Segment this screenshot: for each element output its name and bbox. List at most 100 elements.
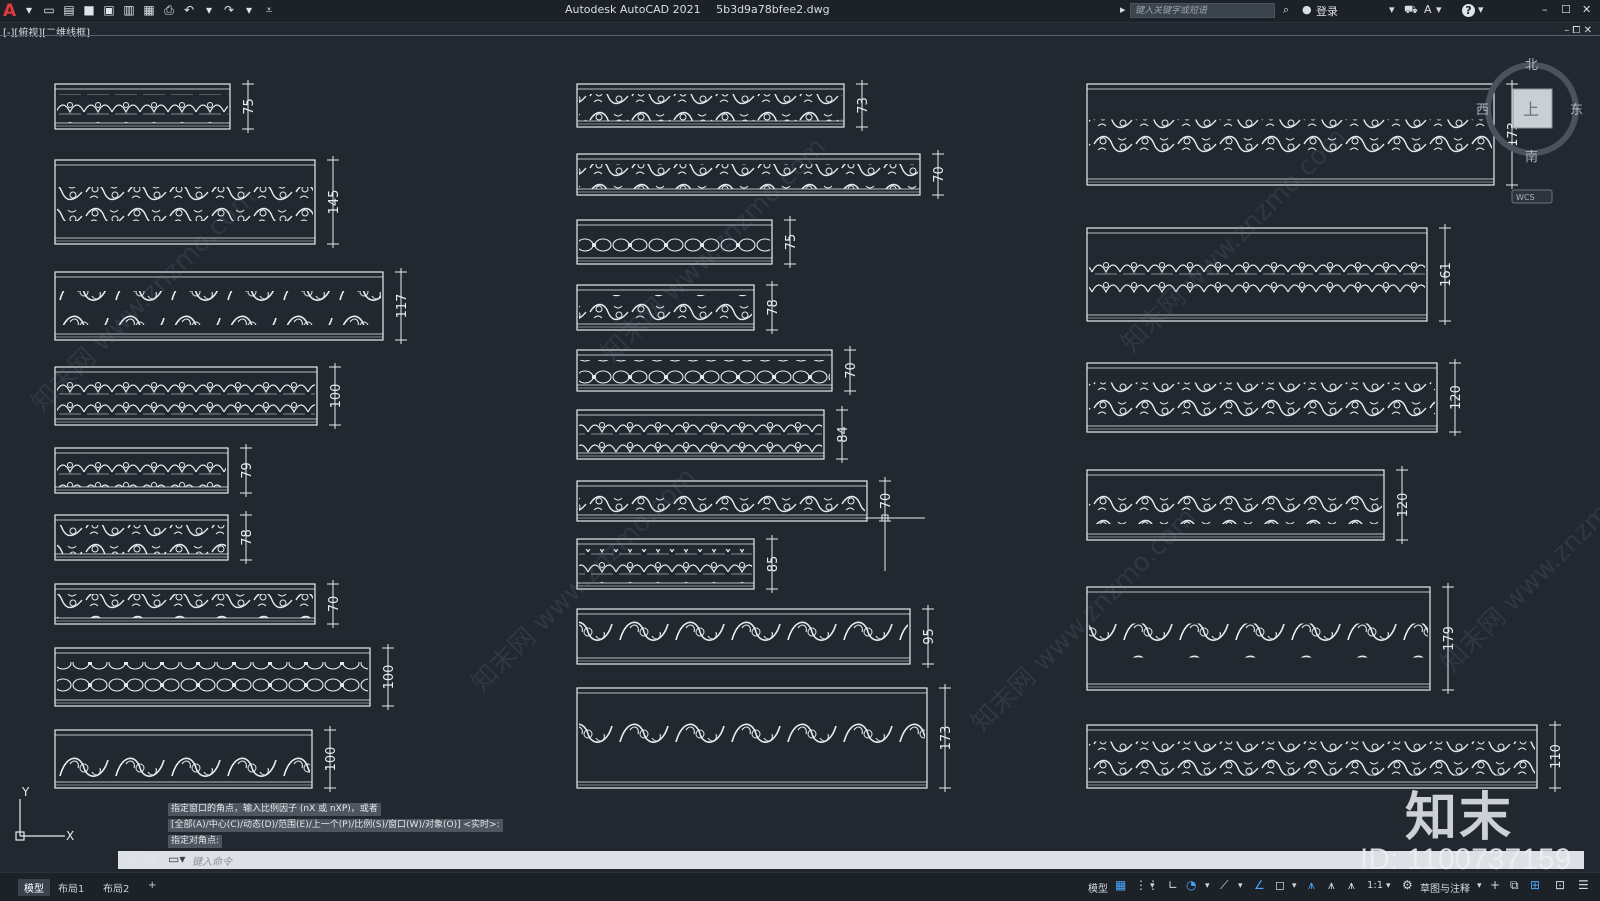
workspace-gear-icon[interactable]: ⚙ [1402, 878, 1413, 892]
quick-properties-icon[interactable]: ⊞ [1530, 878, 1540, 892]
scale-dropdown-icon[interactable]: ▾ [1386, 881, 1391, 891]
window-title: Autodesk AutoCAD 2021 5b3d9a78bfee2.dwg [565, 3, 842, 16]
save-as-icon[interactable]: ▣ [102, 3, 116, 17]
dimension-label: 161 [1439, 262, 1454, 287]
search-expand-icon[interactable]: ▸ [1120, 3, 1126, 16]
object-snap-dropdown-icon[interactable]: ▾ [1292, 881, 1297, 891]
viewcube[interactable] [1485, 62, 1579, 204]
moulding-profile[interactable] [576, 605, 934, 668]
command-input[interactable]: 键入命令 [192, 853, 232, 868]
autodesk-a360-icon[interactable]: A [1424, 3, 1432, 16]
moulding-profile[interactable] [1086, 359, 1461, 436]
polar-dropdown-icon[interactable]: ▾ [1205, 881, 1210, 891]
annotation-scale-value[interactable]: 1:1 [1367, 880, 1383, 891]
moulding-profile[interactable] [576, 684, 951, 792]
moulding-profile[interactable] [576, 216, 796, 268]
moulding-profile[interactable] [576, 346, 856, 395]
viewcube-top-face[interactable]: 上 [1523, 100, 1539, 119]
moulding-profile[interactable] [54, 156, 339, 248]
object-snap-tracking-icon[interactable]: ∠ [1254, 878, 1265, 892]
annotation-scale-icon[interactable]: ⩚ [1348, 878, 1355, 893]
search-input[interactable]: 键入关键字或短语 [1130, 3, 1275, 18]
moulding-profile[interactable] [576, 281, 778, 334]
undo-icon[interactable]: ↶ [182, 3, 196, 17]
moulding-profile[interactable] [54, 268, 407, 344]
cart-icon[interactable]: ⛟ [1404, 3, 1418, 18]
watermark-id: ID: 1100737159 [1360, 843, 1572, 876]
print-icon[interactable]: ⎙ [162, 3, 176, 17]
moulding-profile[interactable] [54, 80, 254, 133]
moulding-profile[interactable] [576, 150, 944, 199]
tab-model[interactable]: 模型 [18, 879, 50, 896]
viewcube-south[interactable]: 南 [1525, 149, 1538, 165]
moulding-profile[interactable] [1086, 466, 1408, 544]
login-link[interactable]: 登录 [1316, 3, 1338, 19]
minimize-icon[interactable]: – [1542, 3, 1548, 16]
moulding-profile[interactable] [576, 477, 891, 525]
customize-command-icon[interactable]: ⚒ [146, 852, 157, 866]
moulding-profile[interactable] [1086, 224, 1451, 325]
snap-icon[interactable]: ⋮⋮ [1135, 878, 1159, 892]
viewcube-west[interactable]: 西 [1476, 103, 1489, 118]
isodraft-icon[interactable]: ⟋ [1220, 878, 1228, 893]
plot-preview-icon[interactable]: ▦ [142, 3, 156, 17]
a360-dropdown-icon[interactable]: ▾ [1436, 3, 1442, 16]
ortho-icon[interactable]: ∟ [1168, 878, 1178, 892]
moulding-profile[interactable] [576, 535, 778, 593]
wcs-menu[interactable]: WCS [1516, 193, 1535, 202]
undo-dropdown-icon[interactable]: ▾ [202, 3, 216, 17]
redo-icon[interactable]: ↷ [222, 3, 236, 17]
customization-menu-icon[interactable]: ☰ [1578, 878, 1589, 892]
menu-dropdown-icon[interactable]: ▾ [22, 3, 36, 17]
workspace-switch[interactable]: 草图与注释 [1420, 880, 1470, 895]
moulding-profile[interactable] [54, 444, 252, 497]
drawing-canvas[interactable]: 75 145 117 100 79 78 70 100 100 73 70 75 78 70 84 70 85… [0, 36, 1600, 851]
redo-dropdown-icon[interactable]: ▾ [242, 3, 256, 17]
moulding-profile[interactable] [54, 580, 339, 628]
autocad-logo-icon[interactable]: A [3, 1, 16, 21]
login-dropdown-icon[interactable]: ▾ [1389, 3, 1395, 16]
moulding-profile[interactable] [1086, 80, 1518, 189]
viewcube-east[interactable]: 东 [1570, 103, 1583, 118]
user-icon[interactable]: ● [1302, 3, 1312, 16]
isodraft-dropdown-icon[interactable]: ▾ [1238, 881, 1243, 891]
dimension-label: 173 [939, 726, 954, 751]
auto-scale-icon[interactable]: ⩚ [1328, 878, 1335, 893]
new-file-icon[interactable]: ▭ [42, 3, 56, 17]
moulding-profile[interactable] [54, 644, 394, 710]
moulding-profile[interactable] [576, 406, 848, 463]
add-layout-button[interactable]: + [142, 879, 162, 892]
viewcube-north[interactable]: 北 [1525, 58, 1538, 73]
close-command-icon[interactable]: ✕ [128, 852, 138, 866]
polar-icon[interactable]: ◔ [1186, 878, 1196, 892]
publish-icon[interactable]: ▥ [122, 3, 136, 17]
grid-icon[interactable]: ▦ [1115, 878, 1126, 892]
command-grip-icon[interactable]: ⁞ [120, 852, 124, 866]
moulding-profile[interactable] [54, 511, 252, 564]
recent-commands-icon[interactable]: ▭▾ [168, 852, 185, 866]
open-folder-icon[interactable]: ▤ [62, 3, 76, 17]
close-icon[interactable]: ✕ [1582, 3, 1591, 16]
help-icon[interactable]: ? [1462, 4, 1475, 17]
moulding-profile[interactable] [54, 363, 341, 429]
model-space-toggle[interactable]: 模型 [1088, 880, 1108, 895]
maximize-icon[interactable]: ☐ [1561, 3, 1571, 16]
tab-layout2[interactable]: 布局2 [97, 879, 135, 896]
tab-layout1[interactable]: 布局1 [52, 879, 90, 896]
units-icon[interactable]: ⧉ [1510, 878, 1519, 893]
help-dropdown-icon[interactable]: ▾ [1478, 3, 1484, 16]
dimension-label: 75 [784, 234, 799, 251]
search-icon[interactable]: ⌕ [1283, 3, 1289, 17]
clean-screen-icon[interactable]: ⊡ [1555, 878, 1565, 892]
workspace-dropdown-icon[interactable]: ▾ [1477, 881, 1482, 891]
annotation-monitor-icon[interactable]: + [1490, 878, 1500, 892]
moulding-profile[interactable] [1086, 583, 1454, 694]
moulding-profile[interactable] [54, 726, 336, 792]
moulding-profile[interactable] [576, 80, 868, 131]
save-icon[interactable]: ■ [82, 3, 96, 17]
annotation-visibility-icon[interactable]: ⩚ [1308, 878, 1315, 893]
customize-qat-icon[interactable]: ⩡ [262, 3, 276, 17]
object-snap-icon[interactable]: ◻ [1275, 878, 1285, 892]
title-bar: A ▾ ▭ ▤ ■ ▣ ▥ ▦ ⎙ ↶ ▾ ↷ ▾ ⩡ Autodesk Aut… [0, 0, 1600, 23]
snap-dropdown-icon[interactable]: ▾ [1150, 881, 1155, 891]
